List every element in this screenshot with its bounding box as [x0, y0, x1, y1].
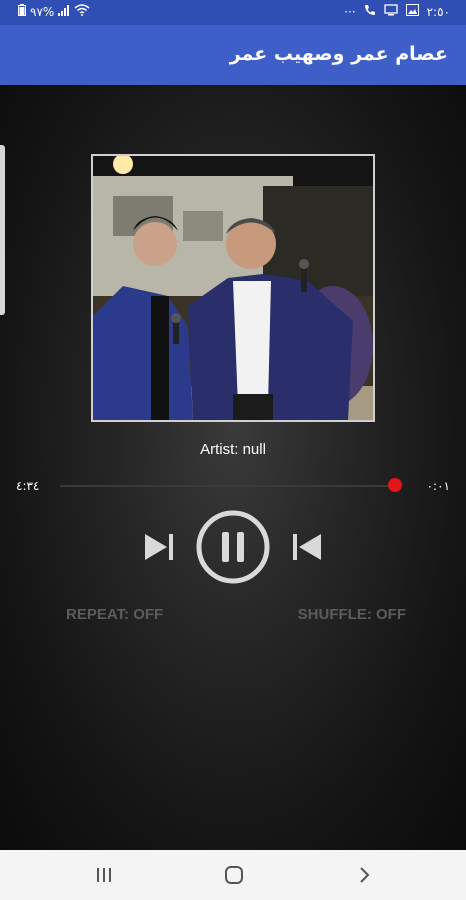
previous-button[interactable] [290, 532, 324, 562]
next-button[interactable] [142, 532, 176, 562]
skip-previous-icon [293, 534, 321, 560]
screen-icon [383, 4, 398, 19]
seek-bar-track[interactable] [60, 485, 400, 487]
clock-time: ٢:٥٠ [426, 4, 450, 19]
back-icon [360, 867, 370, 883]
call-icon [364, 4, 376, 19]
home-button[interactable] [222, 863, 246, 887]
more-dots-icon: ··· [344, 4, 356, 19]
back-button[interactable] [352, 863, 376, 887]
recents-icon [97, 868, 111, 882]
app-bar: عصام عمر وصهيب عمر [0, 25, 466, 85]
album-cover-image [91, 154, 375, 422]
status-bar: ٩٧% ··· ٢:٥٠ [0, 0, 466, 25]
battery-icon [18, 4, 26, 19]
shuffle-toggle[interactable]: SHUFFLE: OFF [298, 606, 406, 623]
app-title: عصام عمر وصهيب عمر [229, 43, 448, 65]
navigation-bar [0, 850, 466, 900]
total-time: ٤:٣٤ [16, 479, 40, 493]
seek-bar-thumb[interactable] [388, 478, 402, 492]
wifi-icon [74, 4, 90, 19]
pause-button[interactable] [196, 510, 270, 584]
edge-panel-handle[interactable] [0, 145, 5, 315]
home-icon [225, 866, 243, 884]
gallery-icon [405, 4, 419, 19]
skip-next-icon [145, 534, 173, 560]
recents-button[interactable] [92, 863, 116, 887]
repeat-toggle[interactable]: REPEAT: OFF [66, 606, 163, 623]
battery-level: ٩٧% [30, 4, 55, 19]
artist-label: Artist: null [200, 441, 266, 458]
elapsed-time: ٠:٠١ [426, 479, 450, 493]
signal-icon [58, 4, 70, 19]
pause-icon [196, 510, 270, 584]
